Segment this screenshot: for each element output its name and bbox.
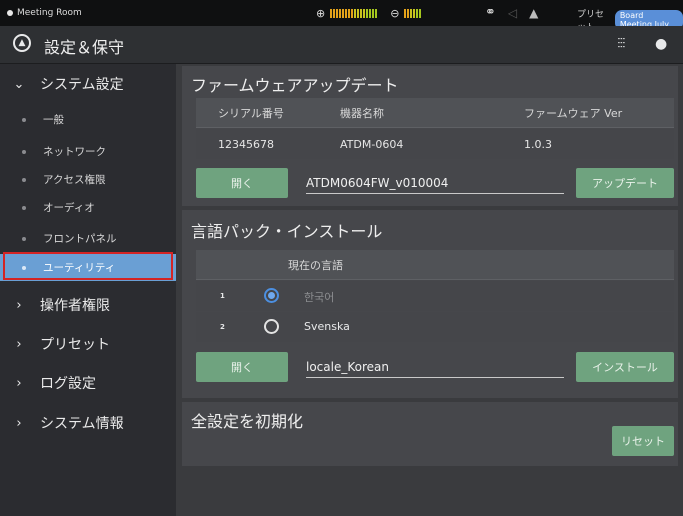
sidebar-item-audio[interactable]: オーディオ <box>0 194 176 221</box>
language-radio[interactable] <box>264 319 279 334</box>
link-icon: ⚭ <box>485 5 496 20</box>
chevron-down-icon: ⌄ <box>13 76 25 92</box>
reset-title: 全設定を初期化 <box>191 412 304 431</box>
sidebar: ⌄ システム設定 一般 ネットワーク アクセス権限 オーディオ フロントパネル … <box>0 64 176 516</box>
sidebar-item-label: フロントパネル <box>43 233 117 245</box>
language-panel: 言語パック・インストール 現在の言語 1 한국어 2 Svenska 開く lo… <box>182 210 678 398</box>
sidebar-section-log-settings[interactable]: › ログ設定 <box>0 363 176 403</box>
bullet-icon <box>22 149 26 154</box>
input-meter-icon: ⊕ <box>316 7 326 20</box>
bullet-icon <box>22 177 26 182</box>
language-install-button[interactable]: インストール <box>576 352 674 382</box>
sidebar-item-label: ネットワーク <box>43 146 106 158</box>
sidebar-section-system-info[interactable]: › システム情報 <box>0 403 176 443</box>
header: ▲ 設定＆保守 ⫶⫶⫶ ● <box>0 26 683 64</box>
mute-icon: ◁ <box>507 5 518 20</box>
output-meter <box>404 9 422 18</box>
table-row: 12345678 ATDM-0604 1.0.3 <box>196 129 674 159</box>
row-number: 1 <box>220 292 225 300</box>
row-number: 2 <box>220 323 225 331</box>
serial-number: 12345678 <box>218 137 274 151</box>
sidebar-item-network[interactable]: ネットワーク <box>0 138 176 165</box>
column-header: 機器名称 <box>340 106 384 120</box>
reset-panel: 全設定を初期化 リセット <box>182 402 678 466</box>
sidebar-section-preset[interactable]: › プリセット <box>0 324 176 364</box>
sidebar-item-front-panel[interactable]: フロントパネル <box>0 225 176 252</box>
language-open-button[interactable]: 開く <box>196 352 288 382</box>
firmware-version: 1.0.3 <box>524 137 552 151</box>
sidebar-item-label: アクセス権限 <box>43 174 106 186</box>
language-table-header: 現在の言語 <box>196 250 674 280</box>
main-content: ファームウェアアップデート シリアル番号 機器名称 ファームウェア Ver 12… <box>176 64 683 516</box>
device-name: ATDM-0604 <box>340 137 404 151</box>
sidebar-item-label: 一般 <box>43 114 64 126</box>
firmware-file-field[interactable]: ATDM0604FW_v010004 <box>306 172 564 194</box>
sidebar-item-access[interactable]: アクセス権限 <box>0 166 176 193</box>
chevron-right-icon: › <box>16 375 22 391</box>
sidebar-section-label: ログ設定 <box>40 376 96 392</box>
highlight-box <box>3 252 173 280</box>
level-meters: ⊕ ⊖ <box>316 7 422 20</box>
language-radio[interactable] <box>264 288 279 303</box>
chevron-right-icon: › <box>16 336 22 352</box>
language-name: 한국어 <box>304 291 335 304</box>
status-bar: Meeting Room ⊕ ⊖ ⚭ ◁ ▲ プリセット Board Meeti… <box>0 0 683 33</box>
sidebar-item-label: オーディオ <box>43 202 95 214</box>
mixer-icon[interactable]: ⫶⫶⫶ <box>617 36 625 52</box>
user-icon[interactable]: ● <box>655 36 667 52</box>
language-row-1[interactable]: 1 한국어 <box>196 281 674 311</box>
column-header: シリアル番号 <box>218 106 284 120</box>
firmware-update-button[interactable]: アップデート <box>576 168 674 198</box>
firmware-panel: ファームウェアアップデート シリアル番号 機器名称 ファームウェア Ver 12… <box>182 66 678 206</box>
sidebar-section-label: システム情報 <box>40 416 124 432</box>
firmware-title: ファームウェアアップデート <box>191 76 399 95</box>
room-name: Meeting Room <box>17 8 82 18</box>
audio-technica-logo-icon: ▲ <box>13 34 31 52</box>
language-name: Svenska <box>304 320 350 333</box>
input-meter <box>330 9 378 18</box>
sidebar-section-operator-rights[interactable]: › 操作者権限 <box>0 285 176 325</box>
bullet-icon <box>22 205 26 210</box>
page-title: 設定＆保守 <box>44 38 125 57</box>
chevron-right-icon: › <box>16 415 22 431</box>
status-icons: ⚭ ◁ ▲ <box>485 5 538 20</box>
reset-button[interactable]: リセット <box>612 426 674 456</box>
room-indicator: Meeting Room <box>7 8 82 18</box>
language-row-2[interactable]: 2 Svenska <box>196 312 674 342</box>
output-meter-icon: ⊖ <box>390 7 400 20</box>
room-dot-icon <box>7 10 13 16</box>
firmware-open-button[interactable]: 開く <box>196 168 288 198</box>
firmware-table-header: シリアル番号 機器名称 ファームウェア Ver <box>196 98 674 128</box>
sidebar-section-system-settings[interactable]: ⌄ システム設定 <box>0 64 176 104</box>
language-title: 言語パック・インストール <box>191 222 383 241</box>
sidebar-section-label: システム設定 <box>40 77 124 93</box>
sidebar-item-general[interactable]: 一般 <box>0 106 176 133</box>
sidebar-section-label: 操作者権限 <box>40 298 110 314</box>
column-header: 現在の言語 <box>288 258 343 272</box>
bullet-icon <box>22 117 26 122</box>
column-header: ファームウェア Ver <box>524 106 623 120</box>
warning-icon: ▲ <box>529 5 539 20</box>
bullet-icon <box>22 236 26 241</box>
chevron-right-icon: › <box>16 297 22 313</box>
language-file-field[interactable]: locale_Korean <box>306 356 564 378</box>
sidebar-section-label: プリセット <box>40 337 110 353</box>
